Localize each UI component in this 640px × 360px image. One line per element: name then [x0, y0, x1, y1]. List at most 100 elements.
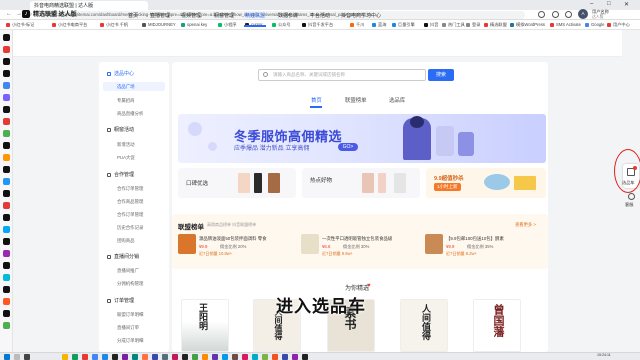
help-icon[interactable]	[538, 11, 545, 18]
tiktok-icon[interactable]	[3, 58, 10, 65]
bookmark-item[interactable]: 小程序	[218, 22, 237, 28]
bookmark-item[interactable]: MIDJOURNEY	[142, 22, 176, 27]
sidebar-group-activity[interactable]: 橱窗活动	[107, 126, 134, 133]
search-button[interactable]: 搜索	[428, 69, 454, 81]
bookmark-item[interactable]: 小红书-标记	[6, 22, 34, 28]
tiktok-icon[interactable]	[3, 70, 10, 77]
tiktok-icon[interactable]	[3, 286, 10, 293]
site-icon[interactable]	[3, 202, 10, 209]
bookmark-item[interactable]: SMS Activate	[550, 22, 581, 27]
sidebar-item[interactable]: PUA大促	[117, 155, 135, 161]
tiktok-icon[interactable]	[3, 214, 10, 221]
bookmark-item[interactable]: 登录	[466, 22, 480, 28]
search-input[interactable]: 请输入商品名称、关键词或店铺名称	[258, 69, 426, 81]
bookmark-item[interactable]: 蓝海	[372, 22, 386, 28]
sidebar-item[interactable]: 新增活动	[117, 142, 135, 148]
site-logo[interactable]: ♪ 精选联盟 达人版	[22, 9, 77, 18]
app-icon[interactable]	[302, 354, 308, 360]
search-icon[interactable]	[14, 354, 20, 360]
sidebar-item[interactable]: 团购商品	[117, 238, 135, 244]
app-icon[interactable]	[72, 354, 78, 360]
bookmark-item[interactable]: Google	[585, 22, 605, 27]
bookmark-item[interactable]: 用户中心	[607, 22, 630, 28]
tiktok-icon[interactable]	[3, 142, 10, 149]
app-icon[interactable]	[222, 354, 228, 360]
site-icon[interactable]	[3, 250, 10, 257]
tiktok-icon[interactable]	[3, 166, 10, 173]
ranking-item[interactable]: 源品牌油泼面50包装拌面调料 零食 ¥9.9 佣金比例 20% 近7日销量 10…	[178, 232, 296, 262]
site-icon[interactable]	[3, 130, 10, 137]
sidebar-item[interactable]: 直播间推广	[117, 268, 139, 274]
sidebar-group-live[interactable]: 直播间分销	[107, 253, 139, 260]
nav-data[interactable]: 数据参谋	[278, 12, 298, 19]
bookmark-item[interactable]: 热门工具	[442, 22, 465, 28]
maximize-icon[interactable]: □	[607, 1, 611, 7]
nav-showcase[interactable]: 橱窗管理	[214, 12, 234, 19]
tab-library[interactable]: 选品库	[389, 96, 405, 104]
sidebar-item[interactable]: 分成订单明细	[117, 338, 143, 344]
ranking-item[interactable]: 【9.9包邮100包送10包】酵素 ¥9.9 佣金比例 35% 近7日销量 8.…	[425, 232, 543, 262]
tiktok-icon[interactable]	[3, 310, 10, 317]
bookmark-item[interactable]: 精选联盟	[484, 22, 507, 28]
product-card-book[interactable]: 曾国藩	[473, 299, 521, 352]
sidebar-item-square[interactable]: 选品广场	[117, 84, 135, 90]
bookmark-item[interactable]: 公众号	[272, 22, 291, 28]
site-icon[interactable]	[3, 94, 10, 101]
sidebar-item[interactable]: 专属招商	[117, 98, 135, 104]
card-hot[interactable]: 热点好物	[302, 168, 420, 198]
site-icon[interactable]	[3, 322, 10, 329]
tiktok-icon[interactable]	[3, 190, 10, 197]
app-icon[interactable]	[192, 354, 198, 360]
site-icon[interactable]	[3, 154, 10, 161]
sidebar-group-cooperation[interactable]: 合作管理	[107, 171, 134, 178]
app-icon[interactable]	[282, 354, 288, 360]
product-card-book[interactable]: 王阳明	[181, 299, 229, 352]
app-icon[interactable]	[162, 354, 168, 360]
system-clock[interactable]: 19:24:11	[597, 353, 611, 357]
taskview-icon[interactable]	[24, 354, 30, 360]
product-card-book[interactable]: 人间值得	[400, 299, 448, 352]
nav-video[interactable]: 视频管理	[181, 12, 201, 19]
app-icon[interactable]	[292, 354, 298, 360]
sidebar-group-selection[interactable]: 选品中心	[107, 70, 134, 77]
app-icon[interactable]	[182, 354, 188, 360]
app-icon[interactable]	[122, 354, 128, 360]
site-icon[interactable]	[3, 118, 10, 125]
sidebar-item[interactable]: 合作商品管理	[117, 199, 143, 205]
start-icon[interactable]	[4, 354, 10, 360]
bookmark-item[interactable]: 抖音	[424, 22, 438, 28]
site-icon[interactable]	[3, 274, 10, 281]
close-icon[interactable]: ✕	[624, 1, 629, 8]
app-icon[interactable]	[252, 354, 258, 360]
app-icon[interactable]	[82, 354, 88, 360]
app-icon[interactable]	[142, 354, 148, 360]
app-icon[interactable]	[242, 354, 248, 360]
nav-live[interactable]: 直播管理	[150, 12, 170, 19]
app-icon[interactable]	[172, 354, 178, 360]
nav-learning[interactable]: 抖音电商学习中心	[341, 12, 381, 19]
app-icon[interactable]	[232, 354, 238, 360]
bookmark-item[interactable]: 模拟WordPress	[510, 22, 545, 28]
sidebar-item[interactable]: 直播间订单	[117, 325, 139, 331]
bookmark-item[interactable]: 抖音千发平台	[302, 22, 333, 28]
site-icon[interactable]	[3, 298, 10, 305]
nav-alliance[interactable]: 精选联盟	[245, 12, 265, 19]
chrome-icon[interactable]	[92, 354, 98, 360]
sidebar-item[interactable]: 联盟订单明细	[117, 312, 143, 318]
sidebar-item[interactable]: 历史合作记录	[117, 225, 143, 231]
bookmark-item[interactable]: 千川	[350, 22, 364, 28]
explorer-icon[interactable]	[62, 354, 68, 360]
tab-ranking[interactable]: 联盟榜单	[345, 96, 367, 104]
ranking-item[interactable]: 一次性平口透明吸管独立包装食品级 ¥6.6 佣金比例 30% 近7日销量 9.6…	[301, 232, 419, 262]
bookmark-item[interactable]: 小红书 千帆	[100, 22, 128, 28]
card-flash-sale[interactable]: 9.9超值秒杀 1小时上新	[426, 168, 546, 198]
app-icon[interactable]	[132, 354, 138, 360]
nav-home[interactable]: 首页	[128, 12, 138, 19]
sidebar-item[interactable]: 商品直播分析	[117, 111, 143, 117]
back-icon[interactable]: ←	[6, 11, 12, 17]
site-icon[interactable]	[3, 178, 10, 185]
banner-go-button[interactable]: GO>	[338, 143, 358, 151]
app-icon[interactable]	[112, 354, 118, 360]
tab-home[interactable]: 首页	[311, 96, 322, 104]
app-icon[interactable]	[262, 354, 268, 360]
